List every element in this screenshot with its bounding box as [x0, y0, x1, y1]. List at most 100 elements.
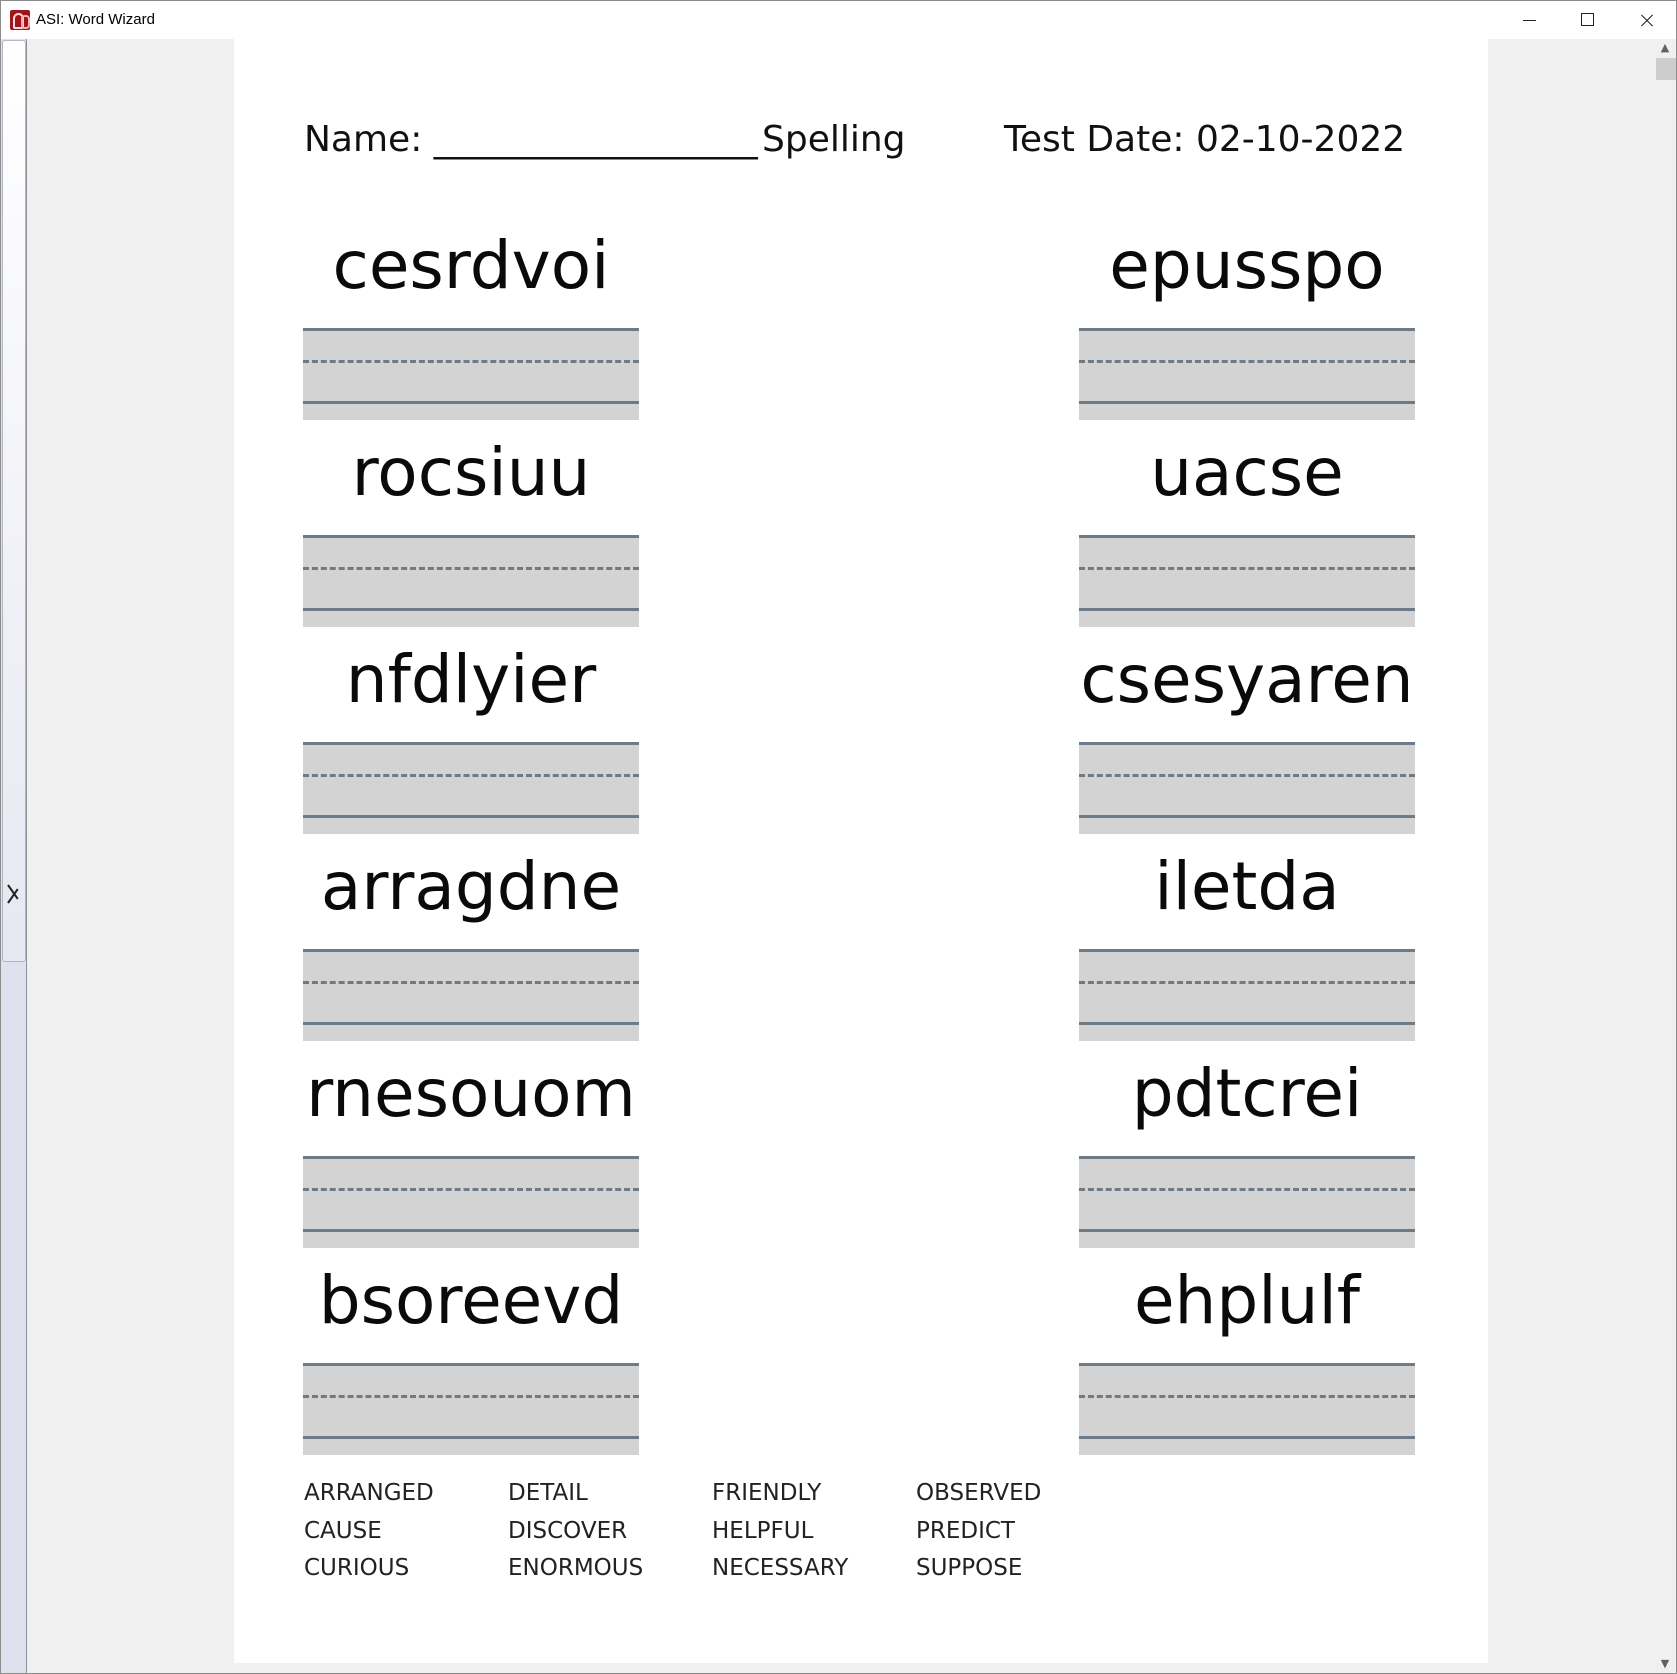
word-bank-column: DETAIL DISCOVER ENORMOUS [508, 1475, 708, 1588]
answer-writing-lines[interactable] [1079, 535, 1415, 627]
maximize-button[interactable] [1559, 1, 1617, 39]
base-line [1079, 608, 1415, 611]
answer-writing-lines[interactable] [303, 1363, 639, 1455]
scrambled-word: uacse [1150, 434, 1344, 511]
top-line [303, 328, 639, 331]
scramble-item: rnesouom [303, 1039, 639, 1248]
base-line [303, 1229, 639, 1232]
answer-writing-lines[interactable] [303, 328, 639, 420]
dashed-mid-line [1079, 981, 1415, 984]
top-line [1079, 742, 1415, 745]
side-panel-toggle[interactable] [1, 39, 27, 1673]
base-line [303, 608, 639, 611]
base-line [1079, 401, 1415, 404]
dashed-mid-line [303, 360, 639, 363]
vertical-scrollbar[interactable]: ▲ ▼ [1654, 39, 1676, 1673]
word-bank-item: OBSERVED [916, 1480, 1042, 1506]
scrambled-word: cesrdvoi [332, 227, 610, 304]
worksheet-header: Name: __________________ Spelling Test D… [234, 119, 1488, 169]
test-date: Test Date: 02-10-2022 [1004, 119, 1406, 160]
top-line [303, 742, 639, 745]
answer-writing-lines[interactable] [303, 535, 639, 627]
dashed-mid-line [303, 567, 639, 570]
scramble-item: arragdne [303, 832, 639, 1041]
answer-writing-lines[interactable] [1079, 1156, 1415, 1248]
subject-title: Spelling [762, 119, 906, 160]
title-bar[interactable]: ASI: Word Wizard [1, 1, 1676, 39]
base-line [303, 1022, 639, 1025]
scrambled-word: arragdne [320, 848, 622, 925]
scroll-down-arrow-icon[interactable]: ▼ [1654, 1655, 1676, 1673]
answer-writing-lines[interactable] [1079, 742, 1415, 834]
word-bank-item: HELPFUL [712, 1517, 814, 1544]
dashed-mid-line [303, 774, 639, 777]
answer-writing-lines[interactable] [303, 1156, 639, 1248]
scrambled-word: iletda [1154, 848, 1340, 925]
right-word-column: epusspo uacse csesyaren iletda pdtcrei e… [1079, 211, 1415, 1455]
top-line [1079, 535, 1415, 538]
dashed-mid-line [1079, 567, 1415, 570]
dashed-mid-line [1079, 774, 1415, 777]
dashed-mid-line [303, 1188, 639, 1191]
chevron-right-icon[interactable] [5, 875, 21, 911]
document-viewer: Name: __________________ Spelling Test D… [27, 39, 1654, 1673]
side-panel-tab[interactable] [2, 40, 26, 962]
dashed-mid-line [1079, 1395, 1415, 1398]
scrambled-word: pdtcrei [1131, 1055, 1363, 1132]
word-bank-item: CURIOUS [304, 1555, 410, 1581]
scramble-item: uacse [1079, 418, 1415, 627]
word-bank-item: CAUSE [304, 1517, 382, 1544]
scrambled-word: rocsiuu [351, 434, 591, 511]
answer-writing-lines[interactable] [303, 949, 639, 1041]
scrambled-word: epusspo [1109, 227, 1385, 304]
word-bank-item: FRIENDLY [712, 1480, 822, 1506]
scroll-thumb[interactable] [1656, 58, 1676, 80]
word-bank-column: OBSERVED PREDICT SUPPOSE [916, 1475, 1116, 1588]
base-line [303, 815, 639, 818]
scrambled-word: bsoreevd [318, 1262, 624, 1339]
top-line [1079, 949, 1415, 952]
answer-writing-lines[interactable] [303, 742, 639, 834]
base-line [303, 1436, 639, 1439]
minimize-button[interactable] [1501, 1, 1559, 39]
base-line [1079, 1436, 1415, 1439]
base-line [1079, 1229, 1415, 1232]
top-line [1079, 1363, 1415, 1366]
base-line [1079, 815, 1415, 818]
scramble-item: ehplulf [1079, 1246, 1415, 1455]
word-bank-column: FRIENDLY HELPFUL NECESSARY [712, 1475, 912, 1588]
answer-writing-lines[interactable] [1079, 949, 1415, 1041]
top-line [303, 535, 639, 538]
base-line [1079, 1022, 1415, 1025]
window-title: ASI: Word Wizard [36, 11, 155, 28]
dashed-mid-line [1079, 1188, 1415, 1191]
top-line [1079, 328, 1415, 331]
top-line [1079, 1156, 1415, 1159]
top-line [303, 1363, 639, 1366]
word-bank-item: NECESSARY [712, 1555, 849, 1581]
scrambled-word: rnesouom [306, 1055, 636, 1132]
scramble-item: cesrdvoi [303, 211, 639, 420]
word-bank-column: ARRANGED CAUSE CURIOUS [304, 1475, 504, 1588]
name-field-label: Name: __________________ [304, 119, 758, 160]
word-bank-item: DETAIL [508, 1480, 588, 1506]
word-bank-item: PREDICT [916, 1517, 1015, 1544]
dashed-mid-line [303, 1395, 639, 1398]
scrambled-word: ehplulf [1133, 1262, 1361, 1339]
scramble-item: epusspo [1079, 211, 1415, 420]
answer-writing-lines[interactable] [1079, 1363, 1415, 1455]
word-bank-item: DISCOVER [508, 1517, 628, 1544]
scramble-item: csesyaren [1079, 625, 1415, 834]
scramble-item: nfdlyier [303, 625, 639, 834]
word-bank-item: SUPPOSE [916, 1555, 1023, 1581]
top-line [303, 949, 639, 952]
word-bank: ARRANGED CAUSE CURIOUS DETAIL DISCOVER E… [304, 1475, 1204, 1595]
app-window: ASI: Word Wizard Name: _________________… [0, 0, 1677, 1674]
close-button[interactable] [1618, 1, 1676, 39]
dashed-mid-line [1079, 360, 1415, 363]
scramble-item: bsoreevd [303, 1246, 639, 1455]
scroll-up-arrow-icon[interactable]: ▲ [1654, 39, 1676, 57]
answer-writing-lines[interactable] [1079, 328, 1415, 420]
scramble-item: pdtcrei [1079, 1039, 1415, 1248]
worksheet-page: Name: __________________ Spelling Test D… [234, 39, 1488, 1663]
